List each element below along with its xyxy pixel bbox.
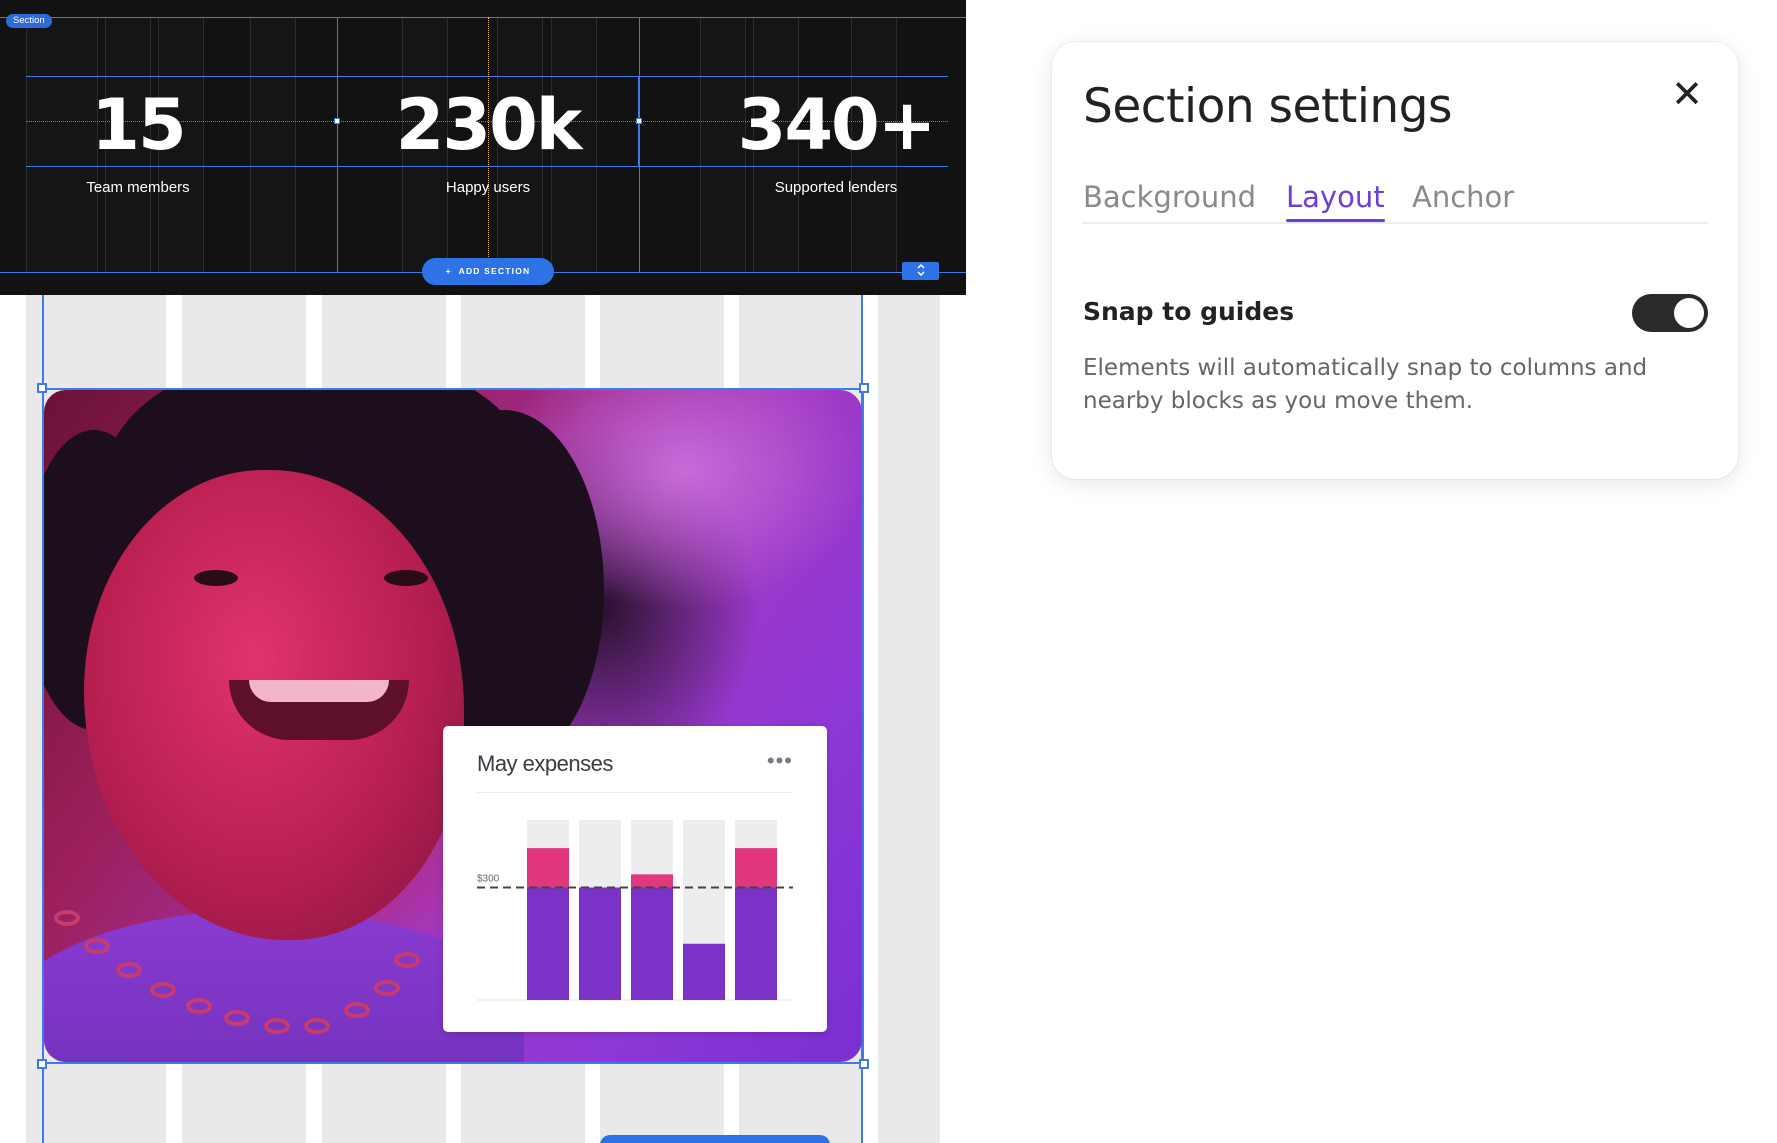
bar-over (735, 848, 777, 888)
plus-icon: + (445, 266, 452, 276)
column-guide (878, 295, 940, 1143)
expense-card: May expenses ••• $300 (443, 726, 827, 1032)
add-section-button[interactable] (600, 1135, 830, 1143)
hero-photo: May expenses ••• $300 (44, 390, 862, 1062)
builder-canvas: Section 15 Team members 230k Happy users… (0, 0, 966, 1143)
stat-label: Happy users (445, 179, 531, 196)
column-boundary (639, 17, 640, 272)
column-guide (250, 17, 296, 272)
column-guide (26, 295, 42, 1143)
resize-handle[interactable] (859, 1059, 869, 1069)
settings-tabs: Background Layout Anchor (1083, 177, 1708, 224)
section-settings-panel: Section settings ✕ Background Layout Anc… (1052, 42, 1738, 479)
more-horizontal-icon[interactable]: ••• (767, 750, 793, 772)
expense-card-title: May expenses (477, 751, 613, 776)
resize-handle[interactable] (859, 383, 869, 393)
stat-happy-users[interactable]: 230k Happy users (338, 80, 638, 198)
hero-image-block[interactable]: May expenses ••• $300 (37, 383, 869, 1069)
bar-base (735, 887, 777, 1000)
toggle-knob (1674, 298, 1704, 328)
stats-section[interactable]: Section 15 Team members 230k Happy users… (0, 0, 966, 295)
tab-layout[interactable]: Layout (1286, 177, 1385, 222)
snap-to-guides-description: Elements will automatically snap to colu… (1083, 355, 1648, 414)
close-icon[interactable]: ✕ (1668, 76, 1706, 114)
section-tag[interactable]: Section (6, 14, 52, 28)
divider (477, 792, 793, 793)
stat-number: 340+ (737, 84, 937, 166)
bar-over (527, 848, 569, 888)
stat-supported-lenders[interactable]: 340+ Supported lenders (708, 80, 964, 198)
bar-base (631, 887, 673, 1000)
resize-handle[interactable] (37, 1059, 47, 1069)
tab-background[interactable]: Background (1083, 177, 1256, 217)
add-section-label: ADD SECTION (458, 266, 531, 276)
stat-label: Supported lenders (774, 179, 898, 196)
stat-number: 230k (395, 84, 583, 166)
bar-over (631, 874, 673, 888)
expense-bar-chart: $300 (477, 820, 793, 1001)
panel-title: Section settings (1083, 79, 1453, 134)
bar-base (683, 943, 725, 1000)
threshold-label: $300 (477, 874, 500, 885)
stat-label: Team members (86, 179, 190, 196)
bar-base (527, 887, 569, 1000)
snap-to-guides-toggle[interactable] (1632, 294, 1708, 332)
snap-to-guides-label: Snap to guides (1083, 297, 1295, 326)
resize-handle[interactable] (37, 383, 47, 393)
vertical-resize-icon[interactable] (902, 262, 939, 280)
tab-anchor[interactable]: Anchor (1412, 177, 1514, 217)
bar-base (579, 887, 621, 1000)
add-section-button[interactable]: + ADD SECTION (422, 258, 554, 285)
section-top-guide (0, 17, 966, 18)
stat-number: 15 (91, 84, 186, 166)
stat-team-members[interactable]: 15 Team members (37, 80, 239, 198)
